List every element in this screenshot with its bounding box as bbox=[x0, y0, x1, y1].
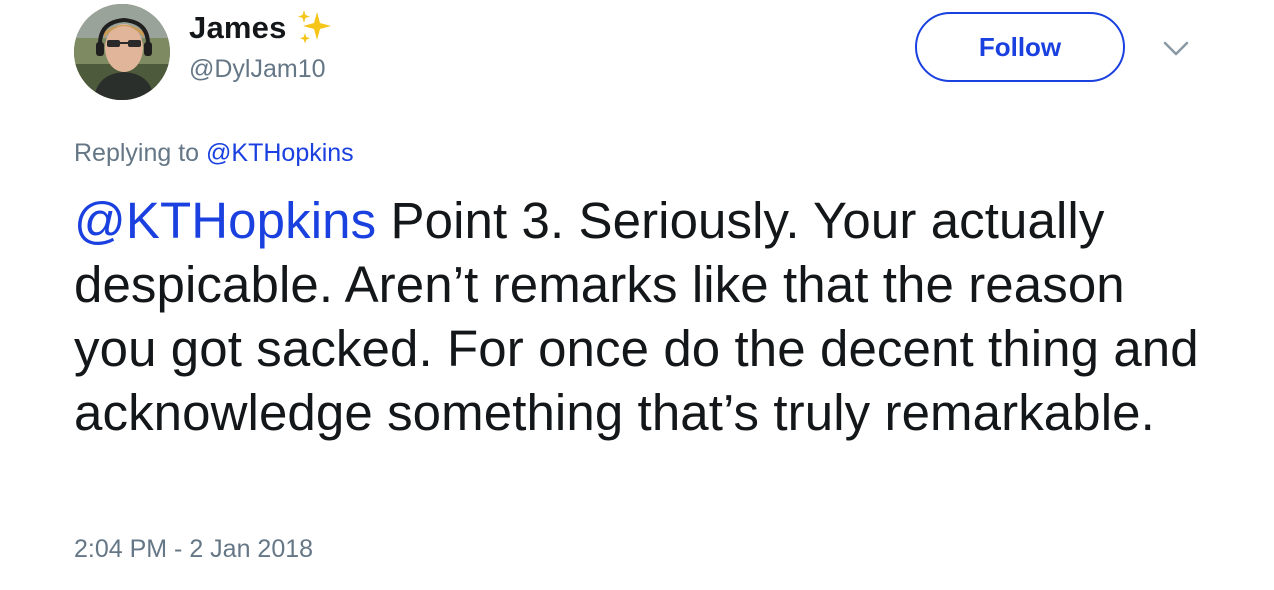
replying-to-mention-link[interactable]: @KTHopkins bbox=[206, 139, 354, 167]
chevron-down-icon[interactable] bbox=[1160, 32, 1192, 64]
avatar[interactable] bbox=[74, 4, 170, 100]
author-handle[interactable]: @DylJam10 bbox=[189, 55, 326, 84]
author-display-name[interactable]: James bbox=[189, 10, 287, 46]
avatar-image bbox=[74, 4, 170, 100]
tweet-card: James @DylJam10 Follow Replying to @KTHo… bbox=[0, 0, 1274, 590]
sparkles-icon bbox=[293, 6, 337, 50]
author-name-row[interactable]: James bbox=[189, 8, 337, 48]
follow-button[interactable]: Follow bbox=[915, 12, 1125, 82]
tweet-text: @KTHopkins Point 3. Seriously. Your actu… bbox=[74, 189, 1214, 445]
tweet-timestamp[interactable]: 2:04 PM - 2 Jan 2018 bbox=[74, 535, 313, 564]
replying-to-line: Replying to @KTHopkins bbox=[74, 139, 354, 168]
replying-to-label: Replying to bbox=[74, 139, 200, 167]
tweet-mention-link[interactable]: @KTHopkins bbox=[74, 192, 376, 249]
